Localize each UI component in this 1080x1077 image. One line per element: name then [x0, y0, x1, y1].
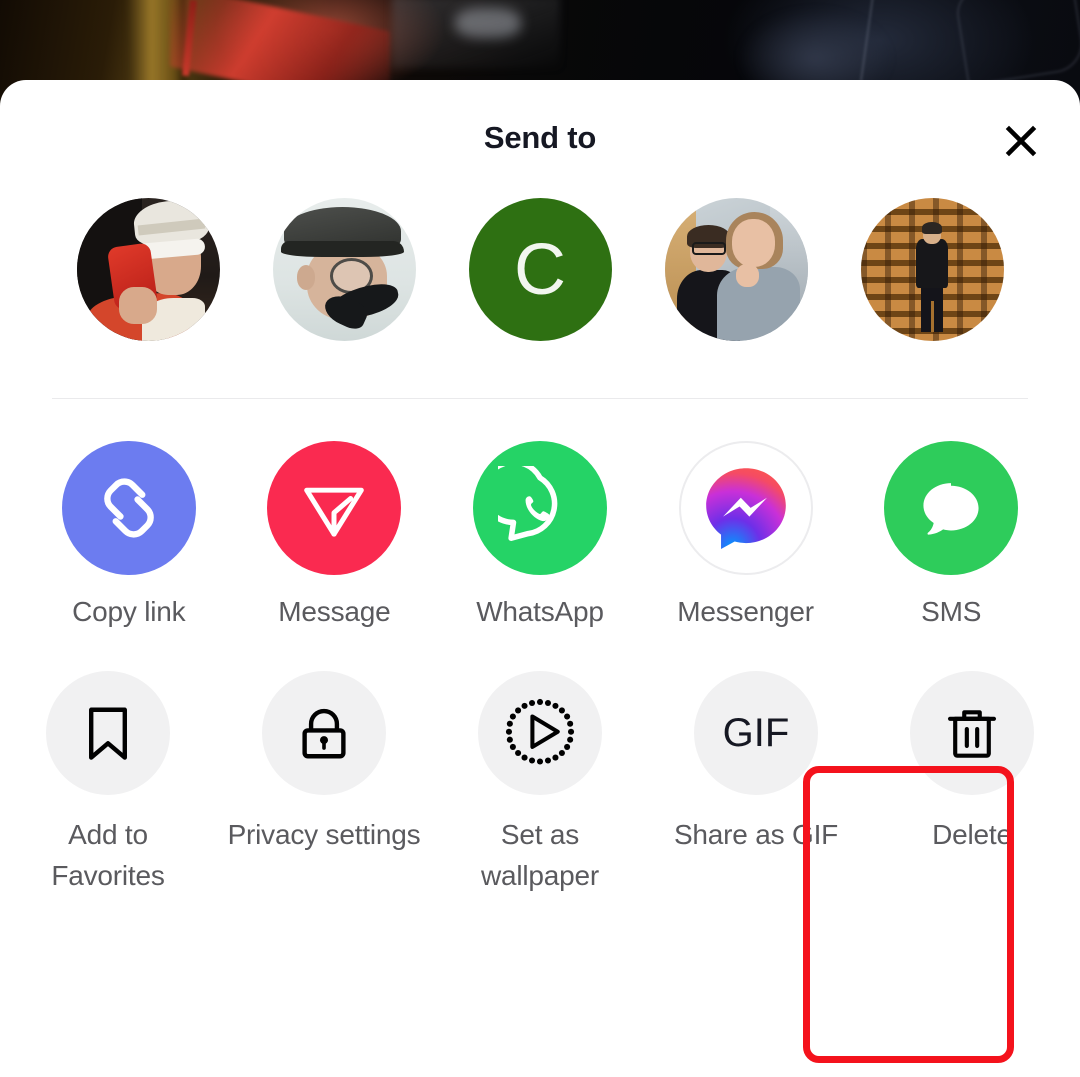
share-sheet: Send to C Copy link Message WhatsApp Mes… — [0, 80, 1080, 1077]
avatar: C — [468, 198, 612, 341]
contact-5[interactable] — [834, 198, 1030, 341]
send-to-contacts: C — [0, 198, 1080, 378]
share-sms-label: SMS — [921, 596, 982, 627]
action-set-as-wallpaper[interactable]: Set as wallpaper — [432, 671, 648, 910]
share-message[interactable]: Message — [232, 441, 438, 627]
share-whatsapp[interactable]: WhatsApp — [437, 441, 643, 627]
sheet-header: Send to — [0, 80, 1080, 198]
share-sms[interactable]: SMS — [848, 441, 1054, 627]
trash-icon — [910, 671, 1034, 796]
action-share-as-gif[interactable]: GIF Share as GIF — [648, 671, 864, 910]
page-title: Send to — [483, 120, 597, 155]
share-messenger-label: Messenger — [677, 596, 814, 627]
action-privacy-settings[interactable]: Privacy settings — [216, 671, 432, 910]
bg-shape-polygon — [953, 0, 1080, 87]
play-dotted-icon — [478, 671, 602, 796]
contact-1[interactable] — [50, 198, 246, 341]
share-whatsapp-label: WhatsApp — [476, 596, 604, 627]
send-plane-icon — [267, 441, 402, 575]
contact-4[interactable] — [638, 198, 834, 341]
avatar — [272, 198, 416, 341]
share-copy-link-label: Copy link — [72, 596, 186, 627]
whatsapp-icon — [472, 441, 607, 575]
action-delete[interactable]: Delete — [864, 671, 1080, 910]
action-add-to-favorites[interactable]: Add to Favorites — [0, 671, 216, 910]
lock-icon — [262, 671, 386, 796]
contact-2[interactable] — [246, 198, 442, 341]
avatar — [860, 198, 1004, 341]
action-share-as-gif-label: Share as GIF — [673, 819, 839, 851]
share-messenger[interactable]: Messenger — [643, 441, 849, 627]
contact-3[interactable]: C — [442, 198, 638, 341]
close-icon[interactable] — [998, 118, 1044, 164]
share-message-label: Message — [278, 596, 391, 627]
bg-shape-highlight — [455, 8, 521, 38]
share-copy-link[interactable]: Copy link — [26, 441, 232, 627]
action-add-to-favorites-label: Add to Favorites — [51, 819, 165, 891]
messenger-icon — [678, 441, 813, 575]
action-privacy-settings-label: Privacy settings — [227, 819, 421, 851]
bookmark-icon — [46, 671, 170, 796]
video-actions: Add to Favorites Privacy settings Set as… — [0, 627, 1080, 910]
avatar — [76, 198, 220, 341]
avatar-initial: C — [514, 229, 566, 310]
gif-text-icon: GIF — [694, 671, 818, 796]
action-delete-label: Delete — [932, 819, 1012, 851]
avatar — [664, 198, 808, 341]
share-apps: Copy link Message WhatsApp Messenger SMS — [0, 399, 1080, 627]
gif-glyph: GIF — [722, 710, 790, 755]
sms-bubble-icon — [884, 441, 1019, 575]
action-set-as-wallpaper-label: Set as wallpaper — [480, 819, 600, 891]
link-chain-icon — [61, 441, 196, 575]
